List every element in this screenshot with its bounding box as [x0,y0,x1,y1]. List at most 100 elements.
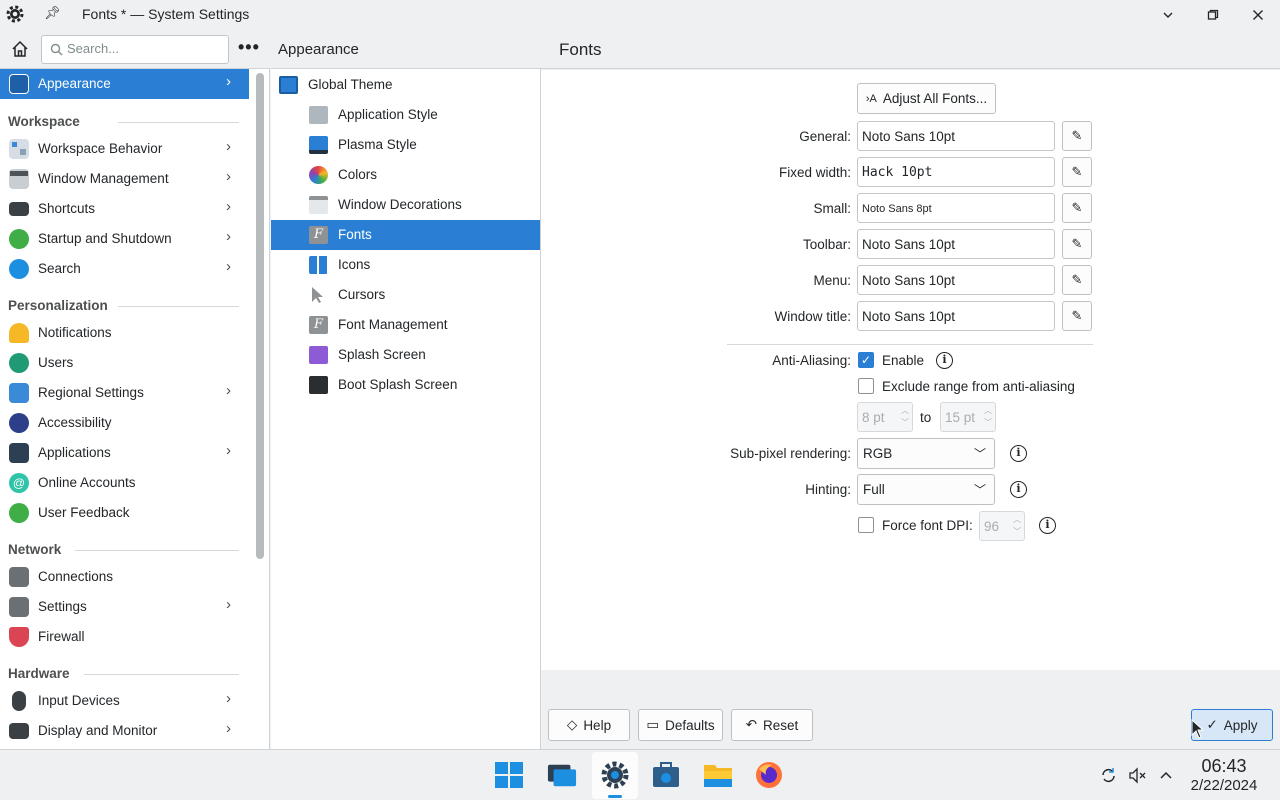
mid-item-cursors[interactable]: Cursors [271,280,540,310]
window-management-icon [9,169,29,189]
home-button[interactable] [6,36,34,62]
search-field[interactable] [41,35,229,64]
force-dpi-checkbox[interactable] [858,517,874,533]
general-label: General: [799,129,851,144]
sidebar-item-accessibility[interactable]: Accessibility [0,408,249,438]
help-icon: ◇ [566,717,578,732]
sidebar-item-network-settings[interactable]: Settings › [0,592,249,622]
small-font-edit-button[interactable]: ✎ [1062,193,1092,223]
mid-item-splash-screen[interactable]: Splash Screen [271,340,540,370]
mid-item-global-theme[interactable]: Global Theme [271,70,540,100]
mid-item-label: Font Management [338,317,448,332]
applications-icon [9,443,29,463]
mid-item-fonts[interactable]: F Fonts [271,220,540,250]
chevron-right-icon: › [226,73,231,90]
check-icon: ✓ [860,353,872,367]
sidebar-item-user-feedback[interactable]: User Feedback [0,498,249,528]
sidebar-item-search[interactable]: Search › [0,254,249,284]
firefox-icon[interactable] [754,761,784,789]
defaults-button[interactable]: ▭ Defaults [638,709,723,741]
button-label: Defaults [665,717,715,733]
close-icon [1253,10,1263,20]
search-input[interactable] [67,41,222,56]
sidebar-item-label: Settings [38,599,87,614]
info-icon[interactable]: i [1039,517,1056,534]
general-font-edit-button[interactable]: ✎ [1062,121,1092,151]
toolbar-font-field[interactable]: Noto Sans 10pt [857,229,1055,259]
start-menu-icon[interactable] [494,761,524,789]
mid-item-window-decorations[interactable]: Window Decorations [271,190,540,220]
mid-item-application-style[interactable]: Application Style [271,100,540,130]
anti-aliasing-checkbox[interactable]: ✓ [858,352,874,368]
small-font-field[interactable]: Noto Sans 8pt [857,193,1055,223]
sidebar-item-appearance[interactable]: Appearance › [0,69,249,99]
sidebar-item-regional-settings[interactable]: Regional Settings › [0,378,249,408]
adjust-all-fonts-button[interactable]: ›A Adjust All Fonts... [857,83,996,114]
reset-button[interactable]: ↶ Reset [731,709,813,741]
group-header-personalization: Personalization [8,298,108,313]
sidebar-item-input-devices[interactable]: Input Devices › [0,686,249,716]
sidebar-item-connections[interactable]: Connections [0,562,249,592]
sidebar-item-applications[interactable]: Applications › [0,438,249,468]
exclude-to-spinbox[interactable]: 15 pt ︿ ﹀ [940,402,996,432]
taskbar-system-settings[interactable] [592,752,638,799]
clock-date: 2/22/2024 [1190,777,1258,794]
discover-store-icon[interactable] [651,761,681,789]
window-title-font-edit-button[interactable]: ✎ [1062,301,1092,331]
menu-font-field[interactable]: Noto Sans 10pt [857,265,1055,295]
sidebar-item-users[interactable]: Users [0,348,249,378]
maximize-button[interactable] [1202,4,1224,26]
file-manager-icon[interactable] [703,761,733,789]
exclude-range-checkbox[interactable] [858,378,874,394]
fixed-width-font-edit-button[interactable]: ✎ [1062,157,1092,187]
mid-item-boot-splash-screen[interactable]: Boot Splash Screen [271,370,540,400]
mid-item-colors[interactable]: Colors [271,160,540,190]
startup-icon [9,229,29,249]
subpixel-label: Sub-pixel rendering: [730,446,851,461]
close-button[interactable] [1247,4,1269,26]
group-header-hardware: Hardware [8,666,70,681]
splash-screen-icon [309,346,328,364]
sidebar-item-notifications[interactable]: Notifications [0,318,249,348]
sidebar-item-workspace-behavior[interactable]: Workspace Behavior › [0,134,249,164]
undo-icon: ↶ [745,717,758,732]
mid-item-plasma-style[interactable]: Plasma Style [271,130,540,160]
task-switcher-icon[interactable] [547,761,577,789]
chevron-up-icon[interactable] [1159,768,1173,782]
info-icon[interactable]: i [1010,445,1027,462]
fixed-width-font-field[interactable]: Hack 10pt [857,157,1055,187]
page-title: Fonts [559,40,602,59]
help-button[interactable]: ◇ Help [548,709,630,741]
pencil-icon: ✎ [1071,308,1083,323]
window-title-font-field[interactable]: Noto Sans 10pt [857,301,1055,331]
subpixel-combobox[interactable]: RGB ﹀ [857,438,995,469]
force-dpi-spinbox[interactable]: 96 ︿ ﹀ [979,511,1025,541]
spin-arrows-icon: ︿ ﹀ [984,406,992,427]
sidebar-scrollbar[interactable] [256,73,264,559]
update-icon[interactable] [1100,767,1117,784]
general-font-field[interactable]: Noto Sans 10pt [857,121,1055,151]
sidebar-item-firewall[interactable]: Firewall [0,622,249,652]
menu-font-edit-button[interactable]: ✎ [1062,265,1092,295]
combobox-value: Full [863,482,885,497]
sidebar-item-window-management[interactable]: Window Management › [0,164,249,194]
info-icon[interactable]: i [936,352,953,369]
divider [727,344,1093,345]
exclude-from-spinbox[interactable]: 8 pt ︿ ﹀ [857,402,913,432]
minimize-button[interactable] [1157,4,1179,26]
mid-item-font-management[interactable]: F Font Management [271,310,540,340]
sidebar-item-shortcuts[interactable]: Shortcuts › [0,194,249,224]
volume-muted-icon[interactable] [1129,767,1147,784]
clock[interactable]: 06:43 2/22/2024 [1184,756,1264,794]
hinting-combobox[interactable]: Full ﹀ [857,474,995,505]
workspace-behavior-icon [9,139,29,159]
toolbar-font-edit-button[interactable]: ✎ [1062,229,1092,259]
fonts-form: ›A Adjust All Fonts... General: Noto San… [541,70,1280,670]
sidebar-item-online-accounts[interactable]: @ Online Accounts [0,468,249,498]
mid-item-icons[interactable]: Icons [271,250,540,280]
sidebar-item-display-monitor[interactable]: Display and Monitor › [0,716,249,746]
info-icon[interactable]: i [1010,481,1027,498]
more-options-button[interactable]: ••• [238,37,260,58]
sidebar-item-startup-shutdown[interactable]: Startup and Shutdown › [0,224,249,254]
sidebar-item-label: Appearance [38,76,111,91]
